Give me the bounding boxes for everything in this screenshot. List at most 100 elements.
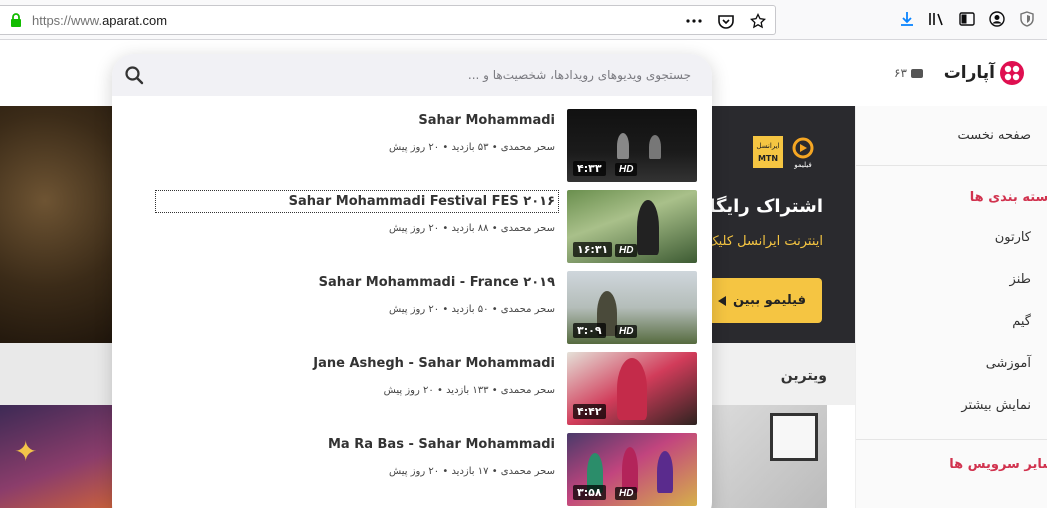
channel-name[interactable]: سحر محمدی [501,142,555,153]
promo-button-label: فیلیمو ببین [732,293,806,308]
url-domain: aparat.com [102,13,168,28]
search-result[interactable]: ۱۶:۳۱ HD Sahar Mohammadi Festival FES ۲۰… [112,190,712,265]
divider [856,165,1047,166]
url-text[interactable]: https://www.aparat.com [32,13,167,28]
svg-text:MTN: MTN [758,154,778,163]
sidebar-item-home[interactable]: صفحه نخست [958,128,1031,143]
sidebar: صفحه نخست دسته بندی ها کارتون طنز گیم آم… [855,106,1047,508]
duration-badge: ۳:۰۹ [573,323,606,338]
channel-name[interactable]: سحر محمدی [501,385,555,396]
site-logo[interactable]: آپارات [944,60,1025,86]
toolbar-buttons [898,10,1036,28]
promo-subtitle: اینترنت ایرانسل کلیک [706,234,823,249]
band-left [0,343,112,405]
url-prefix: https://www. [32,13,103,28]
sidebar-item-comedy[interactable]: طنز [1010,272,1031,287]
page-actions [685,11,767,31]
channel-name[interactable]: سحر محمدی [501,304,555,315]
band-right [700,343,855,405]
download-icon[interactable] [898,10,916,28]
search-result[interactable]: ۴:۳۳ HD Sahar Mohammadi سحر محمدی • ۵۳ ب… [112,109,712,184]
svg-text:ایرانسل: ایرانسل [756,142,779,150]
video-thumbnail[interactable]: ۱۶:۳۱ HD [567,190,697,263]
search-result[interactable]: ۳:۵۸ HD Ma Ra Bas - Sahar Mohammadi سحر … [112,433,712,508]
play-icon [717,295,726,306]
promo-button[interactable]: فیلیمو ببین [700,278,822,323]
hd-badge: HD [615,487,638,500]
more-actions-icon[interactable] [685,12,703,30]
search-icon[interactable] [124,65,144,85]
view-count: ۸۸ بازدید [451,223,489,234]
logo-text: آپارات [943,63,995,83]
sidebar-item-education[interactable]: آموزشی [986,356,1031,371]
search-result[interactable]: ۴:۴۲ Jane Ashegh - Sahar Mohammadi سحر م… [112,352,712,427]
result-title[interactable]: Jane Ashegh - Sahar Mohammadi [313,356,555,371]
hd-badge: HD [615,244,638,257]
sidebar-categories-heading: دسته بندی ها [969,190,1047,205]
duration-badge: ۱۶:۳۱ [573,242,613,257]
game-artwork-icon: ✦ [14,435,38,468]
meta-separator: • [491,466,498,477]
thumbnail-left[interactable]: ✦ [0,405,112,508]
meta-separator: • [442,223,449,234]
video-thumbnail[interactable]: ۳:۵۸ HD [567,433,697,506]
search-result[interactable]: ۳:۰۹ HD Sahar Mohammadi - France ۲۰۱۹ سح… [112,271,712,346]
showcase-thumbnail[interactable] [700,405,827,508]
showcase-logo-icon [770,413,818,461]
pocket-icon[interactable] [717,12,735,30]
meta-separator: • [442,466,449,477]
svg-text:فیلیمو: فیلیمو [793,161,812,169]
upload-age: ۲۰ روز پیش [389,466,440,477]
duration-badge: ۴:۴۲ [573,404,606,419]
banner-left-image[interactable] [0,106,112,343]
upload-age: ۲۰ روز پیش [389,142,440,153]
promo-brand-logo: ایرانسل MTN فیلیمو [753,136,814,169]
aparat-logo-icon [1000,61,1024,85]
channel-name[interactable]: سحر محمدی [501,223,555,234]
result-meta: سحر محمدی • ۸۸ بازدید • ۲۰ روز پیش [389,223,555,234]
address-bar[interactable]: https://www.aparat.com [0,5,776,35]
duration-badge: ۳:۵۸ [573,485,606,500]
lock-icon [11,13,21,27]
bookmark-star-icon[interactable] [749,12,767,30]
sidebar-item-show-more[interactable]: نمایش بیشتر [961,398,1031,413]
upload-age: ۲۰ روز پیش [383,385,434,396]
result-meta: سحر محمدی • ۵۳ بازدید • ۲۰ روز پیش [389,142,555,153]
view-count: ۵۳ بازدید [451,142,489,153]
meta-separator: • [491,385,498,396]
browser-toolbar: https://www.aparat.com [0,0,1047,40]
sidebar-item-game[interactable]: گیم [1012,314,1031,329]
search-input[interactable] [162,62,697,88]
view-count: ۱۳۳ بازدید [446,385,489,396]
channel-name[interactable]: سحر محمدی [501,466,555,477]
sidebar-services-heading: سایر سرویس ها [949,457,1047,472]
sidebar-icon[interactable] [958,10,976,28]
video-thumbnail[interactable]: ۳:۰۹ HD [567,271,697,344]
result-meta: سحر محمدی • ۵۰ بازدید • ۲۰ روز پیش [389,304,555,315]
result-title[interactable]: Sahar Mohammadi [418,113,555,128]
result-meta: سحر محمدی • ۱۷ بازدید • ۲۰ روز پیش [389,466,555,477]
result-title[interactable]: Sahar Mohammadi Festival FES ۲۰۱۶ [155,190,559,213]
duration-badge: ۴:۳۳ [573,161,606,176]
result-title[interactable]: Ma Ra Bas - Sahar Mohammadi [328,437,555,452]
result-meta: سحر محمدی • ۱۳۳ بازدید • ۲۰ روز پیش [384,385,555,396]
shield-icon[interactable] [1018,10,1036,28]
upload-count[interactable]: ۶۳ [894,66,923,80]
search-suggestions-panel: ۴:۳۳ HD Sahar Mohammadi سحر محمدی • ۵۳ ب… [112,54,712,508]
video-thumbnail[interactable]: ۴:۳۳ HD [567,109,697,182]
library-icon[interactable] [928,10,946,28]
result-title[interactable]: Sahar Mohammadi - France ۲۰۱۹ [319,275,555,290]
meta-separator: • [491,223,498,234]
meta-separator: • [442,142,449,153]
promo-title: اشتراک رایگان [693,196,823,217]
video-camera-icon [910,68,923,78]
video-thumbnail[interactable]: ۴:۴۲ [567,352,697,425]
vitrin-heading: ویترین [780,368,827,384]
meta-separator: • [491,304,498,315]
hd-badge: HD [615,163,638,176]
meta-separator: • [436,385,443,396]
meta-separator: • [442,304,449,315]
meta-separator: • [491,142,498,153]
account-icon[interactable] [988,10,1006,28]
sidebar-item-cartoon[interactable]: کارتون [995,230,1031,245]
